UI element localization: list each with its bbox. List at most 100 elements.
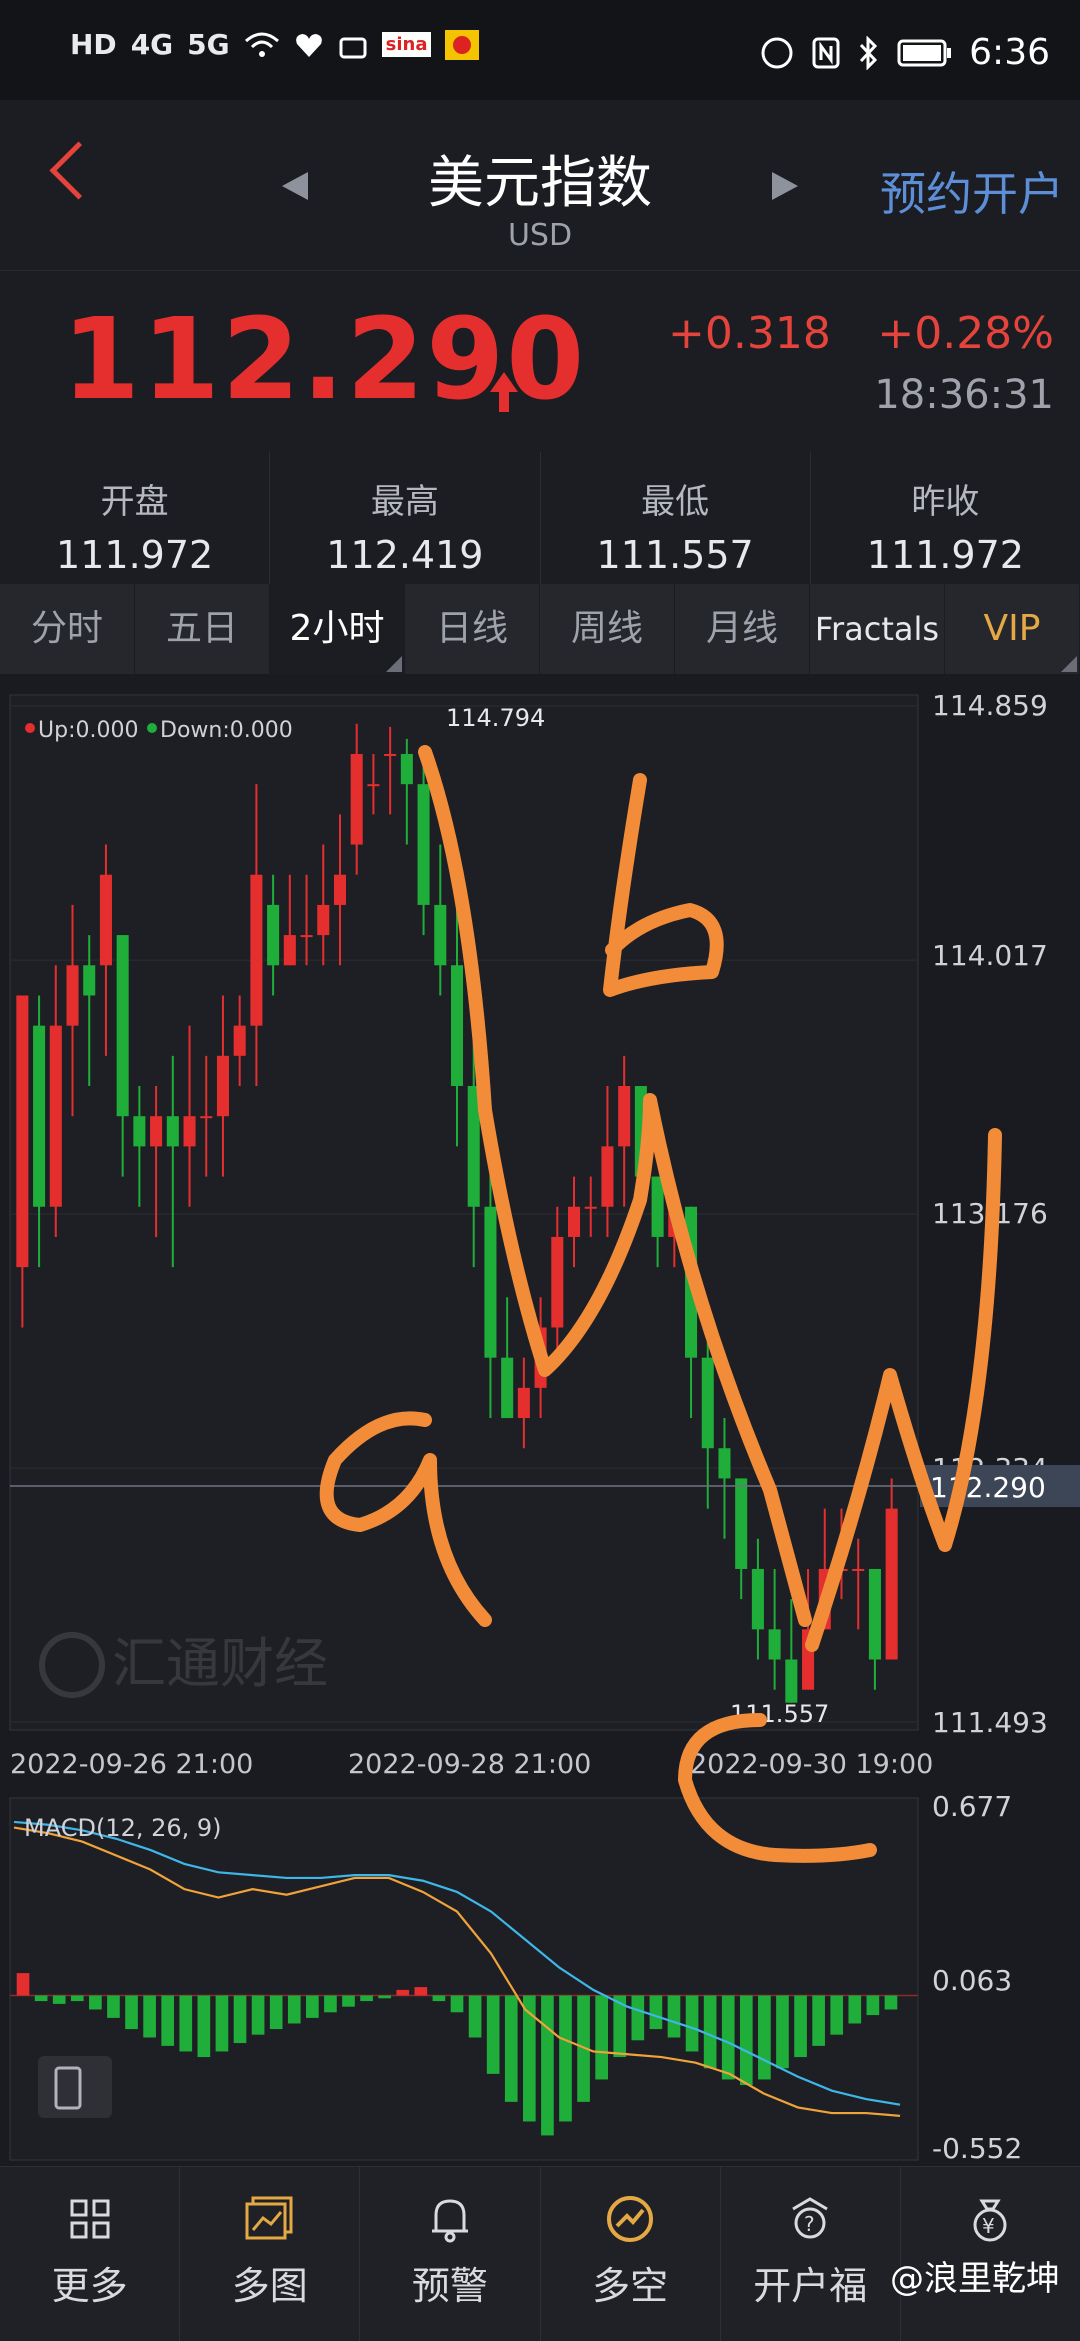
macd-histogram-bar (649, 1995, 663, 2030)
macd-histogram-bar (468, 1995, 482, 2038)
candle-body (99, 874, 112, 966)
tab-corner-icon (386, 656, 402, 672)
candle-body (83, 965, 96, 996)
legend-up: Up:0.000 (38, 718, 138, 743)
clock: 6:36 (969, 32, 1050, 73)
macd-histogram-bar (848, 1995, 862, 2024)
x-tick-label: 2022-09-28 21:00 (348, 1749, 591, 1780)
macd-histogram-bar (703, 1995, 717, 2069)
hd-indicator: HD (70, 28, 117, 61)
bell-icon (420, 2189, 480, 2249)
nav-more[interactable]: 更多 (0, 2167, 181, 2341)
price-chart[interactable]: 114.859 114.017 113.176 112.334 111.493 … (0, 676, 1080, 2166)
tab-daily[interactable]: 日线 (405, 584, 540, 674)
user-watermark: @浪里乾坤 (890, 2259, 1060, 2299)
tab-label: 2小时 (289, 608, 385, 649)
candle-body (116, 935, 129, 1117)
y-tick-label: 111.493 (932, 1706, 1048, 1739)
open-account-button[interactable]: 预约开户 (880, 158, 1064, 224)
price-change: +0.318 (668, 308, 831, 359)
candle-body (133, 1116, 146, 1147)
stat-low: 最低 111.557 (541, 452, 811, 584)
next-symbol-icon[interactable] (772, 172, 798, 200)
nav-label: 预警 (411, 2264, 488, 2308)
macd-histogram-bar (504, 1995, 518, 2102)
candle-plot-area (9, 694, 919, 1731)
nav-account-gift[interactable]: ? 开户福 (721, 2167, 901, 2341)
macd-histogram-bar (89, 1995, 102, 2010)
gift-icon: ? (780, 2189, 840, 2249)
macd-histogram-bar (342, 1995, 355, 2007)
stat-high: 最高 112.419 (270, 452, 541, 584)
nav-long-short[interactable]: 多空 (541, 2167, 721, 2341)
candle-body (66, 965, 79, 1026)
candle-body (651, 1176, 664, 1237)
legend-up-dot (25, 723, 35, 733)
candle-body (183, 1116, 196, 1147)
wifi-icon (244, 32, 279, 57)
macd-histogram-bar (34, 1995, 48, 2002)
svg-text:¥: ¥ (982, 2214, 995, 2238)
macd-histogram-bar (739, 1995, 753, 2086)
trend-icon (600, 2189, 660, 2249)
weibo-icon (445, 29, 480, 60)
y-tick-label: 114.859 (932, 689, 1048, 722)
watermark-text: 汇通财经 (112, 1632, 328, 1695)
candle-body (484, 1206, 497, 1358)
candle-body (300, 935, 313, 938)
macd-histogram-bar (866, 1995, 880, 2016)
candle-body (601, 1146, 614, 1207)
tab-vip[interactable]: VIP (945, 584, 1080, 674)
nav-alert[interactable]: 预警 (360, 2167, 541, 2341)
tab-weekly[interactable]: 周线 (540, 584, 675, 674)
tab-fractals[interactable]: Fractals (810, 584, 945, 674)
stat-label: 开盘 (100, 482, 169, 522)
nav-label: 开户福 (753, 2264, 868, 2308)
candle-body (200, 1116, 213, 1119)
candle-body (367, 784, 380, 787)
macd-histogram-bar (884, 1995, 898, 2010)
candle-body (233, 1025, 246, 1056)
macd-histogram-bar (378, 1995, 392, 1999)
macd-histogram-bar (721, 1995, 735, 2080)
tab-two-hour[interactable]: 2小时 (270, 584, 405, 674)
stat-label: 最低 (641, 482, 710, 522)
macd-histogram-bar (541, 1995, 554, 2136)
macd-histogram-bar (559, 1995, 572, 2122)
macd-label: MACD(12, 26, 9) (24, 1814, 222, 1842)
macd-histogram-bar (685, 1995, 699, 2052)
stats-row: 开盘 111.972 最高 112.419 最低 111.557 昨收 111.… (0, 452, 1080, 584)
candle-body (333, 874, 346, 905)
macd-histogram-bar (595, 1995, 608, 2080)
candle-body (501, 1357, 514, 1419)
stat-prev-close: 昨收 111.972 (811, 452, 1080, 584)
tab-monthly[interactable]: 月线 (675, 584, 810, 674)
candle-body (317, 904, 330, 936)
high-price-label: 114.794 (446, 704, 545, 732)
nav-label: 多图 (231, 2264, 308, 2308)
candle-body (250, 874, 263, 1026)
data-saver-icon (761, 37, 793, 68)
nav-multi-chart[interactable]: 多图 (180, 2167, 361, 2341)
tab-intraday[interactable]: 分时 (0, 584, 135, 674)
stat-value: 111.972 (56, 533, 214, 577)
rotate-chart-button[interactable] (38, 2056, 112, 2118)
macd-histogram-bar (161, 1995, 175, 2046)
stat-value: 112.419 (326, 533, 484, 577)
macd-histogram-bar (16, 1973, 30, 1996)
macd-histogram-bar (125, 1995, 138, 2030)
macd-histogram-bar (306, 1995, 319, 2018)
nav-label: 更多 (51, 2264, 128, 2308)
tab-label: VIP (983, 608, 1041, 649)
tab-five-day[interactable]: 五日 (135, 584, 270, 674)
candle-body (49, 1025, 62, 1207)
macd-histogram-bar (631, 1995, 645, 2041)
x-tick-label: 2022-09-26 21:00 (10, 1749, 253, 1780)
macd-histogram-bar (269, 1995, 283, 2030)
candle-body (568, 1206, 581, 1237)
candle-body (751, 1568, 764, 1630)
5g-signal-icon: 5G (187, 28, 230, 61)
macd-histogram-bar (812, 1995, 825, 2046)
macd-histogram-bar (414, 1987, 428, 1996)
status-icons-right: 6:36 (759, 32, 1050, 73)
